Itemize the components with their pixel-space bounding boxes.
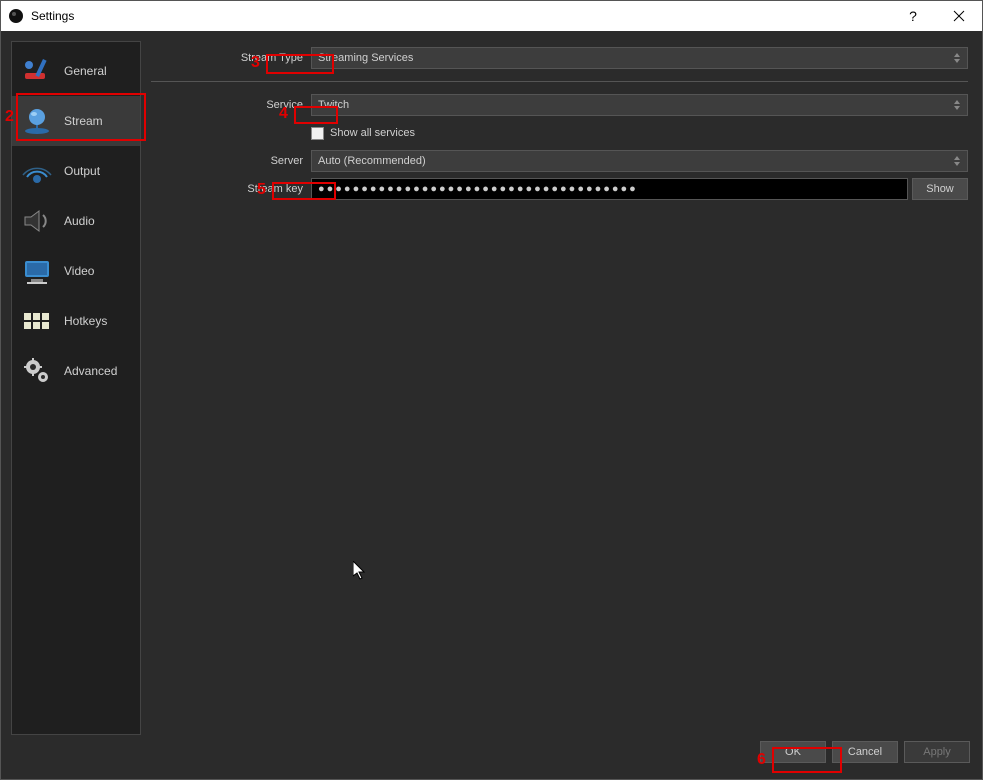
sidebar-item-hotkeys[interactable]: Hotkeys [12,296,140,346]
ok-button[interactable]: OK [760,741,826,763]
help-button[interactable]: ? [890,1,936,31]
row-stream-key: Stream key ●●●●●●●●●●●●●●●●●●●●●●●●●●●●●… [151,176,968,202]
hotkeys-icon [20,304,54,338]
settings-window: Settings ? General Stream [0,0,983,780]
row-show-all: Show all services [151,120,968,146]
sidebar-item-label: Video [64,264,94,278]
stream-type-dropdown[interactable]: Streaming Services [311,47,968,69]
video-icon [20,254,54,288]
window-title: Settings [31,9,74,23]
stream-key-input[interactable]: ●●●●●●●●●●●●●●●●●●●●●●●●●●●●●●●●●●●●● [311,178,908,200]
dropdown-spinner-icon [951,48,963,68]
sidebar-item-label: Stream [64,114,103,128]
sidebar-item-label: General [64,64,107,78]
sidebar-item-advanced[interactable]: Advanced [12,346,140,396]
stream-key-label: Stream key [151,183,311,195]
titlebar: Settings ? [1,1,982,31]
apply-button[interactable]: Apply [904,741,970,763]
service-value: Twitch [318,99,349,111]
show-button[interactable]: Show [912,178,968,200]
sidebar-item-general[interactable]: General [12,46,140,96]
stream-icon [20,104,54,138]
server-dropdown[interactable]: Auto (Recommended) [311,150,968,172]
audio-icon [20,204,54,238]
sidebar-item-label: Output [64,164,100,178]
server-value: Auto (Recommended) [318,155,426,167]
service-dropdown[interactable]: Twitch [311,94,968,116]
panels: General Stream Output [11,41,972,735]
stream-type-value: Streaming Services [318,52,413,64]
sidebar-item-output[interactable]: Output [12,146,140,196]
sidebar-item-video[interactable]: Video [12,246,140,296]
form-area: Stream Type Streaming Services Service T… [151,41,972,735]
output-icon [20,154,54,188]
show-all-label: Show all services [330,127,415,139]
sidebar: General Stream Output [11,41,141,735]
stream-key-value: ●●●●●●●●●●●●●●●●●●●●●●●●●●●●●●●●●●●●● [318,183,638,195]
sidebar-item-audio[interactable]: Audio [12,196,140,246]
show-all-checkbox[interactable] [311,127,324,140]
close-button[interactable] [936,1,982,31]
general-icon [20,54,54,88]
sidebar-item-label: Hotkeys [64,314,107,328]
dropdown-spinner-icon [951,95,963,115]
sidebar-item-label: Advanced [64,364,117,378]
row-stream-type: Stream Type Streaming Services [151,45,968,71]
dropdown-spinner-icon [951,151,963,171]
cancel-button[interactable]: Cancel [832,741,898,763]
row-server: Server Auto (Recommended) [151,148,968,174]
bottom-bar: OK Cancel Apply [11,735,972,769]
stream-type-label: Stream Type [151,52,311,64]
content-area: General Stream Output [1,31,982,779]
advanced-icon [20,354,54,388]
row-service: Service Twitch [151,92,968,118]
sidebar-item-stream[interactable]: Stream [12,96,140,146]
close-icon [953,10,965,22]
service-label: Service [151,99,311,111]
app-icon [9,9,23,23]
server-label: Server [151,155,311,167]
separator [151,81,968,82]
sidebar-item-label: Audio [64,214,95,228]
